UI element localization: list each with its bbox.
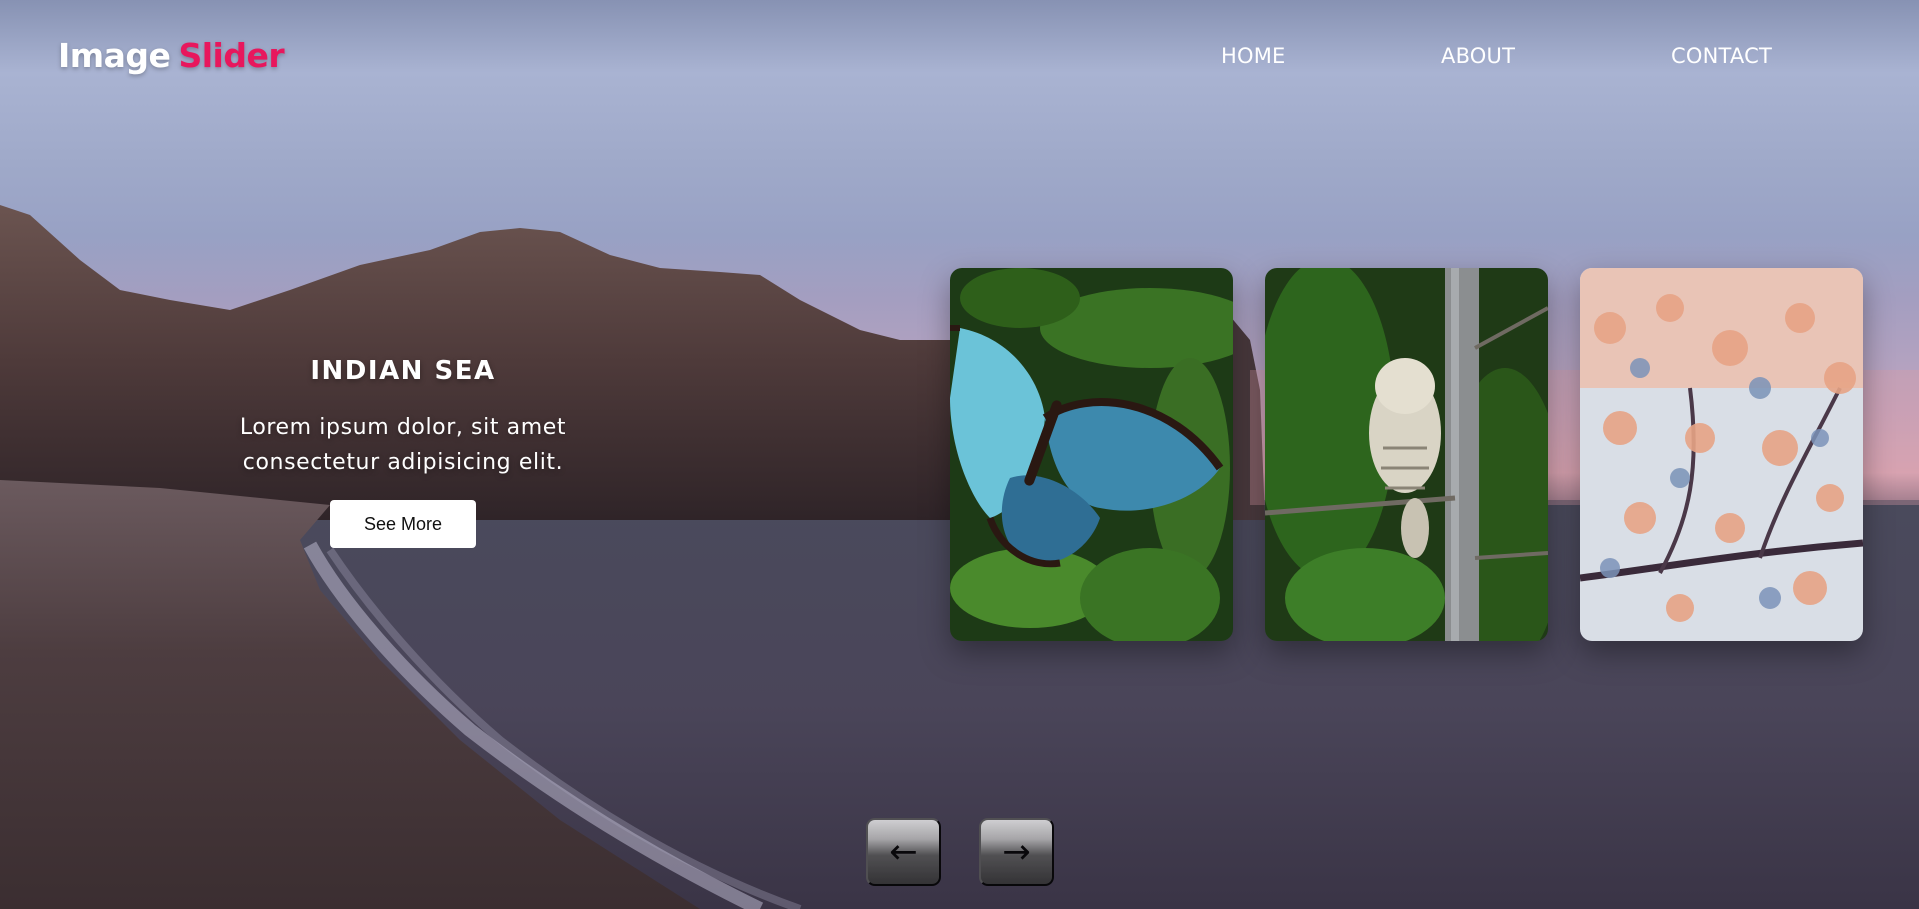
see-more-button[interactable]: See More bbox=[330, 500, 476, 548]
slide-content: INDIAN SEA Lorem ipsum dolor, sit amet c… bbox=[200, 356, 606, 548]
thumbnail-owl[interactable] bbox=[1265, 268, 1548, 641]
nav-about-link[interactable]: ABOUT bbox=[1441, 44, 1515, 68]
butterfly-image bbox=[950, 268, 1233, 641]
prev-arrow-button[interactable]: ← bbox=[866, 818, 941, 886]
nav-home-link[interactable]: HOME bbox=[1221, 44, 1286, 68]
nav-contact-link[interactable]: CONTACT bbox=[1671, 44, 1772, 68]
arrow-right-icon: → bbox=[1002, 832, 1031, 872]
owl-image bbox=[1265, 268, 1548, 641]
main-nav: HOME ABOUT CONTACT bbox=[0, 44, 1919, 74]
thumbnail-blossom[interactable] bbox=[1580, 268, 1863, 641]
blossom-image bbox=[1580, 268, 1863, 641]
slide-description: Lorem ipsum dolor, sit amet consectetur … bbox=[239, 415, 567, 475]
thumbnail-butterfly[interactable] bbox=[950, 268, 1233, 641]
next-arrow-button[interactable]: → bbox=[979, 818, 1054, 886]
slide-title: INDIAN SEA bbox=[310, 356, 496, 386]
arrow-left-icon: ← bbox=[889, 832, 918, 872]
